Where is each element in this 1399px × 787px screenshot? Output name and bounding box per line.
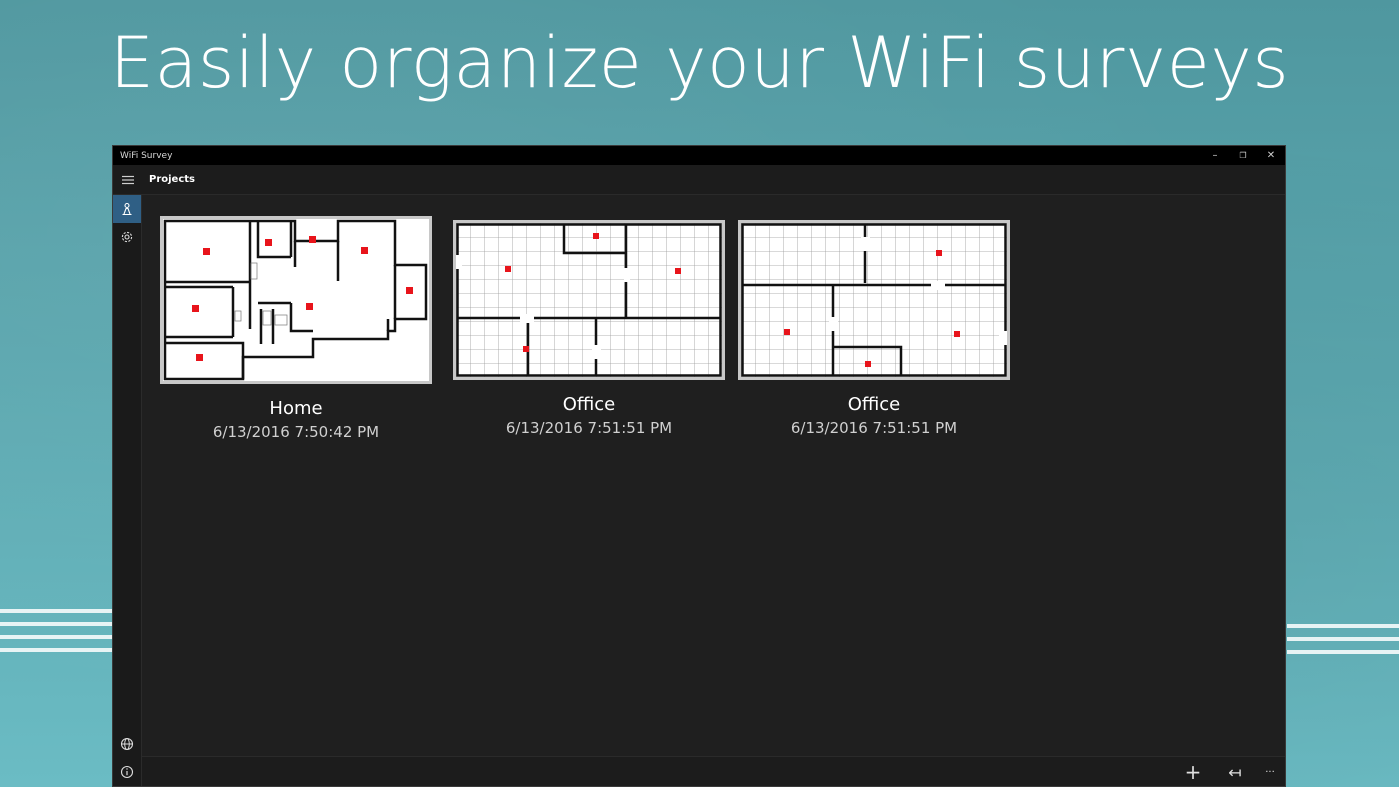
nav-about-button[interactable] (113, 758, 141, 786)
floorplan-office-2 (741, 223, 1007, 377)
command-bar: + ↤ ··· (142, 756, 1285, 786)
close-button[interactable]: ✕ (1257, 146, 1285, 165)
more-options-button[interactable]: ··· (1255, 757, 1285, 787)
nav-language-button[interactable] (113, 730, 141, 758)
title-bar: WiFi Survey – ❐ ✕ (113, 146, 1285, 165)
project-date: 6/13/2016 7:50:42 PM (212, 423, 380, 441)
gear-icon (121, 231, 133, 243)
project-thumbnail-office (453, 220, 725, 380)
add-project-button[interactable]: + (1178, 757, 1208, 787)
back-button[interactable]: ↤ (1220, 757, 1250, 787)
back-arrow-icon: ↤ (1228, 762, 1242, 782)
project-date: 6/13/2016 7:51:51 PM (790, 419, 958, 437)
app-window: WiFi Survey – ❐ ✕ Projects Home 6/13/201… (112, 145, 1286, 787)
headline: Easily organize your WiFi surveys (109, 22, 1290, 104)
sidebar (113, 195, 142, 786)
hamburger-menu-button[interactable] (113, 165, 142, 195)
nav-projects-button[interactable] (113, 195, 141, 223)
globe-icon (120, 737, 134, 751)
app-bar: Projects (113, 165, 1285, 195)
decorative-stripes-left (0, 609, 112, 665)
minimize-button[interactable]: – (1201, 146, 1229, 165)
project-name: Office (847, 394, 901, 415)
project-tile[interactable]: Office 6/13/2016 7:51:51 PM (738, 220, 1010, 437)
project-tile[interactable]: Home 6/13/2016 7:50:42 PM (160, 216, 432, 441)
window-title: WiFi Survey (120, 150, 173, 161)
window-controls: – ❐ ✕ (1201, 146, 1285, 165)
project-thumbnail-office (738, 220, 1010, 380)
floorplan-home (163, 219, 428, 381)
ellipsis-icon: ··· (1265, 766, 1275, 778)
restore-button[interactable]: ❐ (1229, 146, 1257, 165)
floorplan-office-1 (456, 223, 722, 377)
project-name: Office (562, 394, 616, 415)
plus-icon: + (1184, 760, 1202, 784)
project-thumbnail-home (160, 216, 432, 384)
projects-grid: Home 6/13/2016 7:50:42 PM Office 6/13/20… (142, 195, 1285, 756)
info-icon (120, 765, 134, 779)
page-title: Projects (149, 174, 196, 185)
decorative-stripes-right (1287, 624, 1399, 680)
hamburger-icon (121, 175, 134, 184)
project-tile[interactable]: Office 6/13/2016 7:51:51 PM (453, 220, 725, 437)
nav-settings-button[interactable] (113, 223, 141, 251)
survey-person-icon (122, 202, 132, 216)
project-date: 6/13/2016 7:51:51 PM (505, 419, 673, 437)
project-name: Home (269, 398, 323, 419)
